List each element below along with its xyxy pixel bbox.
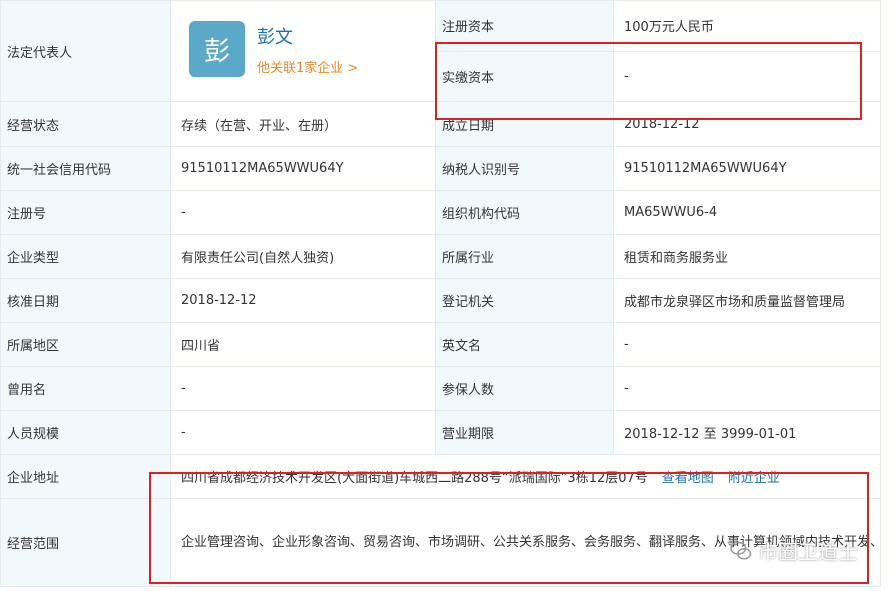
former-name-value: - [170, 366, 436, 411]
business-term-label: 营业期限 [435, 410, 614, 455]
address-cell: 四川省成都经济技术开发区(大面街道)车城西二路288号“派瑞国际”3栋12层07… [170, 454, 881, 499]
industry-value: 租赁和商务服务业 [613, 234, 881, 279]
registration-authority-label: 登记机关 [435, 278, 614, 323]
approval-date-value: 2018-12-12 [170, 278, 436, 323]
approval-date-label: 核准日期 [0, 278, 171, 323]
legal-rep-label: 法定代表人 [0, 0, 171, 102]
business-term-value: 2018-12-12 至 3999-01-01 [613, 410, 881, 455]
region-value: 四川省 [170, 322, 436, 367]
english-name-label: 英文名 [435, 322, 614, 367]
staff-size-value: - [170, 410, 436, 455]
view-map-link[interactable]: 查看地图 [662, 471, 714, 486]
related-companies-link[interactable]: 他关联1家企业 > [257, 57, 358, 76]
industry-label: 所属行业 [435, 234, 614, 279]
registered-capital-label: 注册资本 [435, 0, 614, 52]
insured-count-value: - [613, 366, 881, 411]
status-label: 经营状态 [0, 101, 171, 147]
org-code-label: 组织机构代码 [435, 190, 614, 235]
reg-number-label: 注册号 [0, 190, 171, 235]
credit-code-label: 统一社会信用代码 [0, 146, 171, 191]
registration-authority-value: 成都市龙泉驿区市场和质量监督管理局 [613, 278, 881, 323]
watermark-text: 市圈卫道士 [758, 540, 858, 564]
legal-rep-cell: 彭 彭文 他关联1家企业 > [170, 0, 436, 102]
staff-size-label: 人员规模 [0, 410, 171, 455]
insured-count-label: 参保人数 [435, 366, 614, 411]
business-scope-label: 经营范围 [0, 498, 171, 587]
wechat-icon [730, 541, 752, 559]
region-label: 所属地区 [0, 322, 171, 367]
english-name-value: - [613, 322, 881, 367]
paid-capital-value: - [613, 50, 881, 102]
credit-code-value: 91510112MA65WWU64Y [170, 146, 436, 191]
status-value: 存续（在营、开业、在册） [170, 101, 436, 147]
org-code-value: MA65WWU6-4 [613, 190, 881, 235]
company-type-value: 有限责任公司(自然人独资) [170, 234, 436, 279]
taxpayer-id-value: 91510112MA65WWU64Y [613, 146, 881, 191]
company-type-label: 企业类型 [0, 234, 171, 279]
address-value: 四川省成都经济技术开发区(大面街道)车城西二路288号“派瑞国际”3栋12层07… [181, 471, 648, 486]
nearby-companies-link[interactable]: 附近企业 [728, 471, 780, 486]
person-avatar[interactable]: 彭 [189, 21, 245, 77]
founded-date-label: 成立日期 [435, 101, 614, 147]
paid-capital-label: 实缴资本 [435, 50, 614, 102]
founded-date-value: 2018-12-12 [613, 101, 881, 147]
former-name-label: 曾用名 [0, 366, 171, 411]
reg-number-value: - [170, 190, 436, 235]
taxpayer-id-label: 纳税人识别号 [435, 146, 614, 191]
registered-capital-value: 100万元人民币 [613, 0, 881, 52]
watermark: 市圈卫道士 [730, 536, 858, 565]
company-info-table: 法定代表人 彭 彭文 他关联1家企业 > 注册资本 100万元人民币 实缴资本 … [0, 0, 881, 587]
address-label: 企业地址 [0, 454, 171, 499]
person-name-link[interactable]: 彭文 [257, 23, 293, 49]
